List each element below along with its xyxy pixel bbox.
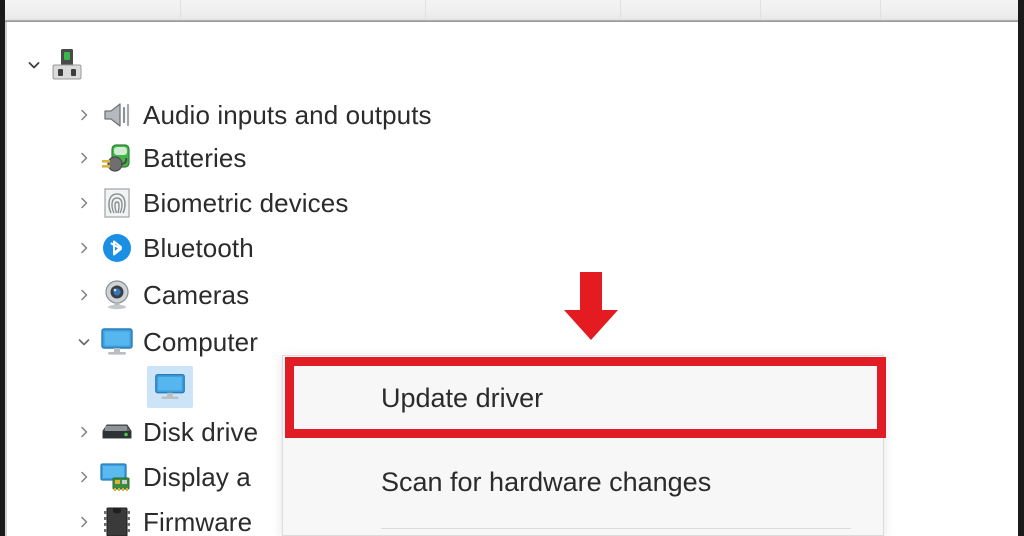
tree-row-batteries[interactable]: Batteries [73, 135, 247, 181]
monitor-icon [148, 364, 192, 410]
annotation-highlight-box [285, 357, 886, 438]
chevron-right-icon[interactable] [73, 225, 95, 271]
chevron-right-icon[interactable] [73, 454, 95, 500]
tree-item-label: Biometric devices [143, 187, 349, 218]
computer-root-icon [45, 42, 89, 88]
fingerprint-icon [95, 180, 139, 226]
chevron-right-icon[interactable] [73, 499, 95, 536]
column-separator[interactable] [425, 0, 426, 19]
column-separator[interactable] [760, 0, 761, 19]
tree-item-label: Cameras [143, 279, 250, 310]
column-separator[interactable] [180, 0, 181, 19]
chevron-right-icon[interactable] [73, 135, 95, 181]
context-menu-item-scan-for-hardware-changes[interactable]: Scan for hardware changes [283, 442, 883, 522]
context-menu-separator [381, 528, 851, 529]
camera-icon [95, 272, 139, 318]
disk-drive-icon [95, 409, 139, 455]
display-adapter-icon [95, 454, 139, 500]
tree-row-audio-inputs-and-outputs[interactable]: Audio inputs and outputs [73, 92, 432, 138]
column-separator[interactable] [880, 0, 881, 19]
tree-row-cameras[interactable]: Cameras [73, 272, 249, 318]
monitor-icon [95, 319, 139, 365]
tree-item-label: Disk drive [143, 416, 259, 447]
tree-row-firmware[interactable]: Firmware [73, 499, 252, 536]
firmware-icon [95, 499, 139, 536]
chevron-down-icon[interactable] [73, 319, 95, 365]
tree-item-label: Display a [143, 461, 251, 492]
chevron-right-icon[interactable] [73, 180, 95, 226]
chevron-right-icon[interactable] [73, 92, 95, 138]
tree-row-disk-drives[interactable]: Disk drive [73, 409, 258, 455]
window-right-edge [1018, 0, 1024, 536]
chevron-down-icon[interactable] [23, 42, 45, 88]
bluetooth-icon [95, 225, 139, 271]
column-separator[interactable] [620, 0, 621, 19]
column-header-bar [0, 0, 1024, 19]
battery-icon [95, 135, 139, 181]
tree-row-root[interactable] [23, 42, 93, 88]
chevron-right-icon[interactable] [73, 409, 95, 455]
tree-item-label: Computer [143, 326, 258, 357]
device-manager-screenshot: Audio inputs and outputs Batteries Biome… [0, 0, 1024, 536]
context-menu-item-label: Scan for hardware changes [381, 466, 712, 497]
annotation-arrow-down-icon [560, 270, 622, 342]
tree-row-bluetooth[interactable]: Bluetooth [73, 225, 254, 271]
tree-row-selected-device[interactable] [147, 364, 197, 410]
tree-row-display-adapters[interactable]: Display a [73, 454, 251, 500]
tree-item-label: Bluetooth [143, 232, 254, 263]
tree-item-label: Batteries [143, 142, 247, 173]
tree-item-label: Firmware [143, 506, 253, 536]
tree-row-computer[interactable]: Computer [73, 319, 258, 365]
tree-item-label: Audio inputs and outputs [143, 99, 432, 130]
selection-highlight [147, 366, 193, 408]
chevron-right-icon[interactable] [73, 272, 95, 318]
tree-row-biometric-devices[interactable]: Biometric devices [73, 180, 348, 226]
speaker-icon [95, 92, 139, 138]
